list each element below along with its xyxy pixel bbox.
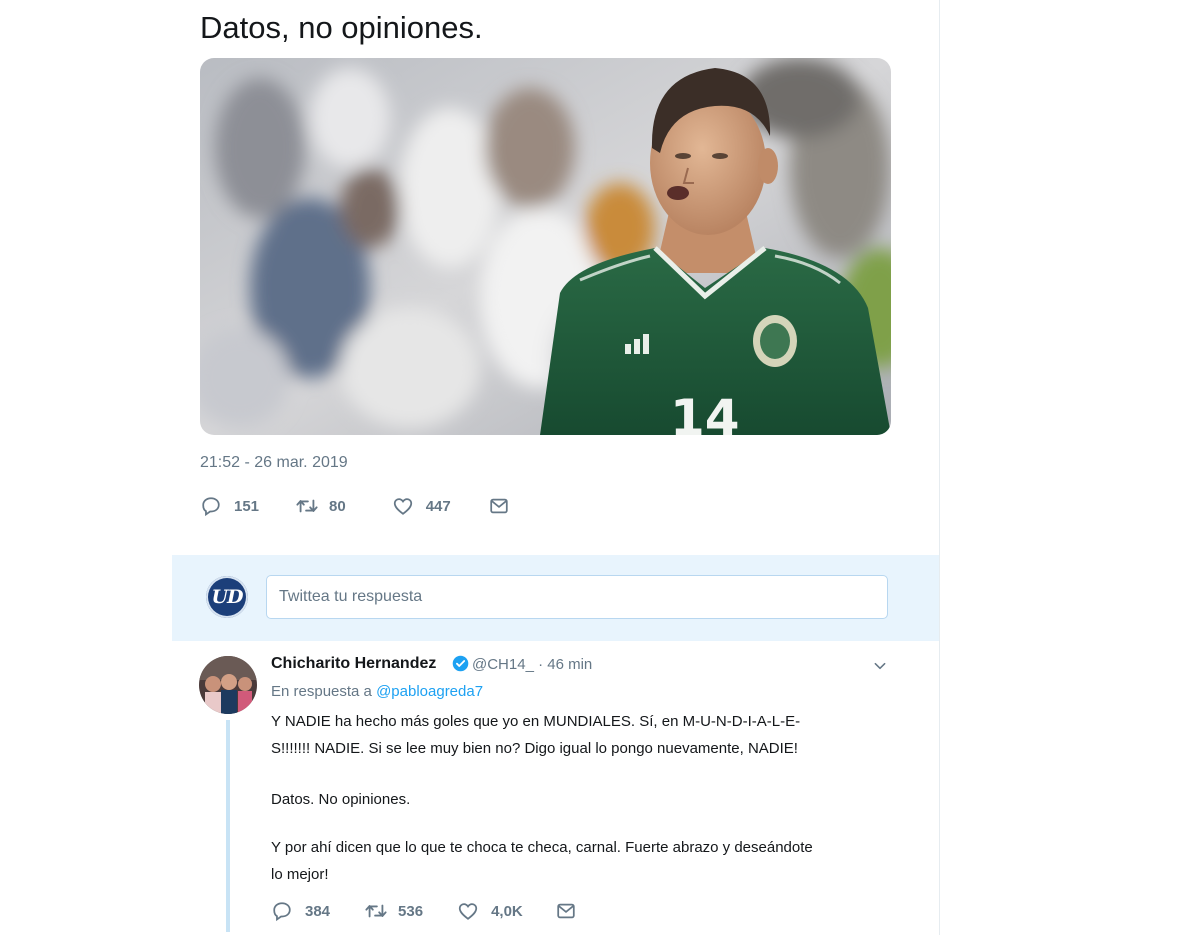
reply-button[interactable]: 384 [271,900,330,922]
like-count: 4,0K [491,902,523,920]
verified-icon [452,655,469,677]
reply-paragraph-3-line-2: lo mejor! [271,866,329,883]
reply-input[interactable] [266,575,888,619]
column-divider [939,0,940,935]
author-handle-time[interactable]: @CH14_ · 46 min [472,656,592,673]
reply-paragraph-1: Y NADIE ha hecho más goles que yo en MUN… [271,708,891,762]
thread-line [226,720,230,932]
direct-message-button[interactable] [555,900,577,922]
tweet-actions: 151 80 447 [200,495,510,517]
like-count: 447 [425,497,451,515]
retweet-icon [364,900,388,922]
in-reply-handle-link[interactable]: @pabloagreda7 [376,683,483,700]
reply-paragraph-1-line-2: S!!!!!!! NADIE. Si se lee muy bien no? D… [271,740,798,757]
reply-count: 151 [234,497,260,515]
retweet-count: 80 [329,497,346,515]
like-button[interactable]: 4,0K [457,900,523,922]
author-name[interactable]: Chicharito Hernandez [271,655,436,673]
reply-paragraph-2: Datos. No opiniones. [271,786,891,813]
reply-icon [271,900,293,922]
reply-paragraph-3-line-1: Y por ahí dicen que lo que te choca te c… [271,839,813,856]
tweet-text: Datos, no opiniones. [200,10,483,45]
like-button[interactable]: 447 [392,495,451,517]
in-reply-prefix: En respuesta a [271,683,377,700]
retweet-button[interactable]: 80 [295,495,346,517]
chevron-down-icon[interactable] [873,659,887,678]
message-icon [488,495,510,517]
tweet-timestamp[interactable]: 21:52 - 26 mar. 2019 [200,454,348,472]
in-reply-to: En respuesta a @pabloagreda7 [271,683,483,700]
reply-button[interactable]: 151 [200,495,259,517]
jersey-number: 14 [670,389,740,435]
like-icon [457,900,479,922]
author-avatar[interactable] [199,656,257,714]
reply-paragraph-3: Y por ahí dicen que lo que te choca te c… [271,834,891,888]
direct-message-button[interactable] [488,495,510,517]
reply-icon [200,495,222,517]
reply-paragraph-2-line-1: Datos. No opiniones. [271,791,411,808]
reply-count: 384 [305,902,331,920]
retweet-icon [295,495,319,517]
user-avatar-logo: UD [206,576,248,618]
reply-paragraph-1-line-1: Y NADIE ha hecho más goles que yo en MUN… [271,713,801,730]
like-icon [392,495,414,517]
tweet-photo[interactable]: 14 [200,58,891,435]
message-icon [555,900,577,922]
reply-tweet-actions: 384 536 4,0K [271,900,577,922]
retweet-count: 536 [398,902,424,920]
retweet-button[interactable]: 536 [364,900,423,922]
